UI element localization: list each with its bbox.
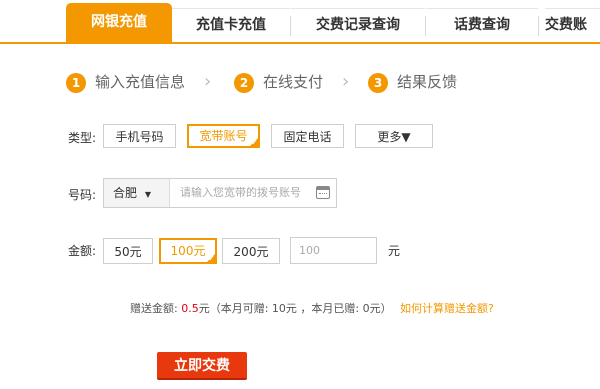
pay-now-button[interactable]: 立即交费 (157, 352, 247, 380)
bonus-prefix: 赠送金额: (130, 302, 178, 315)
city-value: 合肥 (113, 186, 138, 200)
amount-option-100[interactable]: 100元 ✓ (159, 238, 217, 264)
number-input-group: 合肥 ▼ 请输入您宽带的拨号账号 (103, 178, 337, 208)
calendar-icon[interactable] (316, 186, 330, 199)
type-option-broadband[interactable]: 宽带账号 ✓ (187, 124, 260, 148)
tab-payment-records[interactable]: 交费记录查询 (291, 8, 425, 43)
amount-option-label: 100元 (170, 244, 206, 258)
bonus-suffix: 元（本月可赠: 10元 ，本月已赠: 0元） (198, 302, 392, 315)
caret-down-icon: ▼ (144, 190, 151, 199)
bonus-amount: 0.5 (181, 302, 199, 315)
chevron-right-icon: › (342, 71, 350, 92)
step-1: 1 输入充值信息 (66, 70, 185, 94)
amount-option-50[interactable]: 50元 (103, 238, 153, 264)
step-label: 结果反馈 (397, 73, 458, 91)
type-label: 类型: (68, 131, 97, 145)
type-option-label: 宽带账号 (199, 129, 248, 143)
city-select[interactable]: 合肥 ▼ (104, 179, 170, 207)
tab-bill-query[interactable]: 话费查询 (426, 8, 538, 43)
tab-online-banking[interactable]: 网银充值 (66, 3, 172, 42)
step-label: 在线支付 (263, 73, 324, 91)
type-option-landline[interactable]: 固定电话 (271, 124, 344, 148)
checkmark-icon: ✓ (208, 254, 215, 263)
step-number: 3 (368, 72, 388, 93)
type-option-mobile[interactable]: 手机号码 (103, 124, 176, 148)
chevron-right-icon: › (204, 71, 212, 92)
step-3: 3 结果反馈 (368, 70, 457, 94)
tab-bar: 网银充值 充值卡充值 交费记录查询 话费查询 交费账 (0, 0, 600, 44)
step-2: 2 在线支付 (234, 70, 323, 94)
tab-payment-account[interactable]: 交费账 (545, 8, 600, 43)
custom-amount-input[interactable]: 100 (290, 237, 377, 264)
number-label: 号码: (68, 188, 97, 202)
amount-label: 金额: (68, 244, 97, 258)
type-more-dropdown[interactable]: 更多▼ (355, 124, 433, 148)
amount-unit: 元 (388, 244, 401, 258)
bonus-info: 赠送金额: 0.5元（本月可赠: 10元 ，本月已赠: 0元） (130, 300, 392, 316)
account-input[interactable]: 请输入您宽带的拨号账号 (180, 179, 301, 207)
checkmark-icon: ✓ (251, 138, 258, 147)
tab-card-recharge[interactable]: 充值卡充值 (172, 8, 290, 43)
step-number: 1 (66, 72, 86, 93)
amount-option-200[interactable]: 200元 (222, 238, 280, 264)
bonus-help-link[interactable]: 如何计算赠送金额? (400, 300, 494, 316)
step-label: 输入充值信息 (95, 73, 186, 91)
step-number: 2 (234, 72, 254, 93)
tab-separator (538, 16, 539, 36)
